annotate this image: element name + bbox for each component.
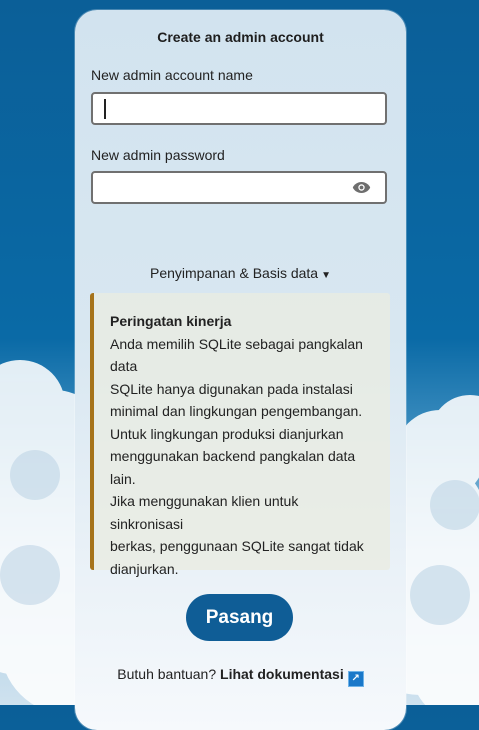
performance-warning: Peringatan kinerja Anda memilih SQLite s… [90, 293, 390, 577]
warning-line: minimal dan lingkungan pengembangan. [110, 403, 363, 419]
storage-toggle-label: Penyimpanan & Basis data [149, 265, 319, 281]
username-label: New admin account name [91, 67, 253, 83]
warning-line: menggunakan backend pangkalan data [110, 448, 356, 464]
external-link-icon: ↗ [347, 671, 364, 687]
help-prefix: Butuh bantuan? [117, 666, 217, 682]
setup-card: Create an admin account New admin accoun… [75, 10, 406, 730]
page-title: Create an admin account [157, 29, 324, 45]
warning-line: Anda memilih SQLite sebagai pangkalan [110, 335, 363, 352]
eye-icon[interactable] [352, 181, 371, 199]
warning-line: Untuk lingkungan produksi dianjurkan [110, 425, 344, 442]
documentation-link-label: Lihat dokumentasi [220, 666, 344, 682]
caret-down-icon: ▼ [321, 270, 331, 281]
warning-line: SQLite hanya digunakan pada instalasi [110, 380, 353, 397]
warning-line: berkas, penggunaan SQLite sangat tidak [110, 538, 364, 554]
warning-line: dianjurkan. [110, 560, 179, 577]
password-input[interactable] [91, 171, 387, 204]
text-cursor [104, 99, 106, 119]
warning-line: lain. [110, 470, 136, 487]
documentation-link[interactable]: Lihat dokumentasi ↗ [220, 666, 364, 687]
storage-database-toggle[interactable]: Penyimpanan & Basis data ▼ [75, 265, 406, 281]
warning-line: data [110, 358, 138, 374]
password-label: New admin password [91, 147, 225, 163]
help-footer: Butuh bantuan? Lihat dokumentasi ↗ [75, 666, 406, 687]
warning-title: Peringatan kinerja [110, 313, 232, 329]
username-input[interactable] [91, 92, 387, 125]
install-button[interactable]: Pasang [186, 594, 293, 641]
warning-line: Jika menggunakan klien untuk sinkronisas… [110, 493, 299, 532]
